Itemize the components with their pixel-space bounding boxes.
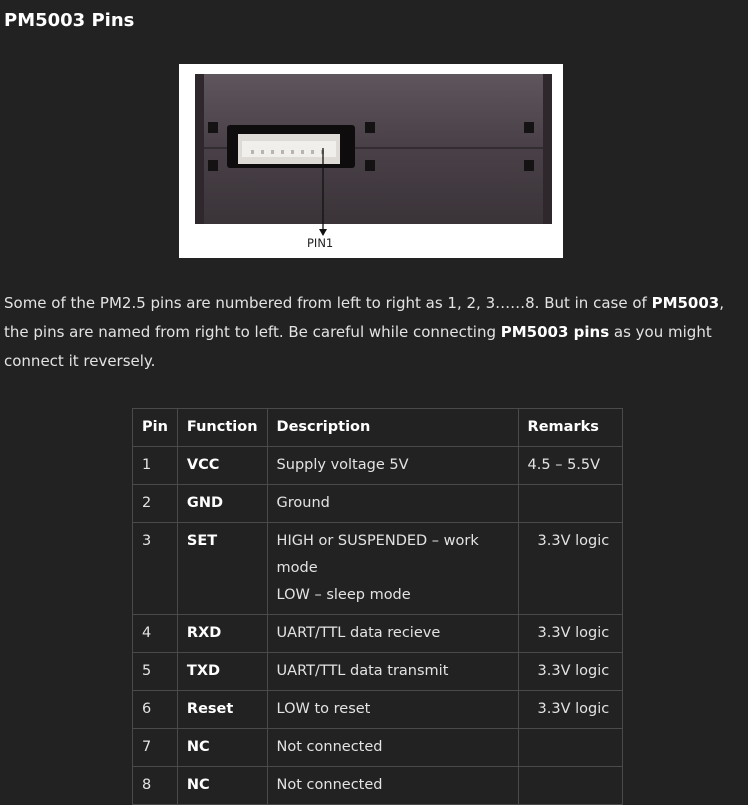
pin-description: Not connected [266, 766, 519, 805]
pin-number: 6 [132, 690, 178, 729]
table-row: 3 SET HIGH or SUSPENDED – work mode LOW –… [132, 522, 623, 615]
table-row: 2 GND Ground [132, 484, 623, 523]
pin-function: TXD [176, 652, 268, 691]
table-row: 7 NC Not connected [132, 728, 623, 767]
pin-function: NC [176, 766, 268, 805]
pin-remarks [517, 728, 623, 767]
table-header-row: Pin Function Description Remarks [132, 408, 623, 447]
pin-remarks: 3.3V logic [517, 690, 623, 729]
table-row: 5 TXD UART/TTL data transmit 3.3V logic [132, 652, 623, 691]
pin-number: 8 [132, 766, 178, 805]
pin-number: 4 [132, 614, 178, 653]
pin-number: 1 [132, 446, 178, 485]
pin-number: 7 [132, 728, 178, 767]
header-description: Description [266, 408, 519, 447]
sensor-pin-figure: PIN1 [179, 64, 563, 258]
pin-description: Not connected [266, 728, 519, 767]
pin-remarks [517, 484, 623, 523]
pin-number: 5 [132, 652, 178, 691]
paragraph-bold-pins: PM5003 pins [500, 323, 610, 341]
pin-remarks: 3.3V logic [517, 522, 623, 615]
pin-remarks: 4.5 – 5.5V [517, 446, 623, 485]
pin-function: VCC [176, 446, 268, 485]
sensor-illustration [195, 74, 552, 236]
pin-description: Supply voltage 5V [266, 446, 519, 485]
pin-description: HIGH or SUSPENDED – work mode LOW – sleep… [266, 522, 519, 615]
pin-function: Reset [176, 690, 268, 729]
pin-description: Ground [266, 484, 519, 523]
pin-description: UART/TTL data recieve [266, 614, 519, 653]
header-pin: Pin [132, 408, 178, 447]
pin-remarks: 3.3V logic [517, 652, 623, 691]
pin-function: SET [176, 522, 268, 615]
table-row: 6 Reset LOW to reset 3.3V logic [132, 690, 623, 729]
pin-function: GND [176, 484, 268, 523]
table-row: 4 RXD UART/TTL data recieve 3.3V logic [132, 614, 623, 653]
description-line-1: HIGH or SUSPENDED – work mode [276, 533, 479, 576]
header-remarks: Remarks [517, 408, 623, 447]
header-function: Function [176, 408, 268, 447]
pin-description: UART/TTL data transmit [266, 652, 519, 691]
pin-order-paragraph: Some of the PM2.5 pins are numbered from… [4, 289, 742, 376]
pin-description: LOW to reset [266, 690, 519, 729]
table-row: 8 NC Not connected [132, 766, 623, 805]
pin-number: 2 [132, 484, 178, 523]
paragraph-text: Some of the PM2.5 pins are numbered from… [4, 294, 652, 312]
pin-remarks [517, 766, 623, 805]
page-heading: PM5003 Pins [4, 10, 135, 31]
pin-function: RXD [176, 614, 268, 653]
table-row: 1 VCC Supply voltage 5V 4.5 – 5.5V [132, 446, 623, 485]
pin-remarks: 3.3V logic [517, 614, 623, 653]
pin-table: Pin Function Description Remarks 1 VCC S… [132, 408, 623, 805]
pin-number: 3 [132, 522, 178, 615]
pin-function: NC [176, 728, 268, 767]
paragraph-bold-model: PM5003 [651, 294, 720, 312]
description-line-2: LOW – sleep mode [276, 587, 411, 603]
pin1-label: PIN1 [307, 236, 334, 250]
